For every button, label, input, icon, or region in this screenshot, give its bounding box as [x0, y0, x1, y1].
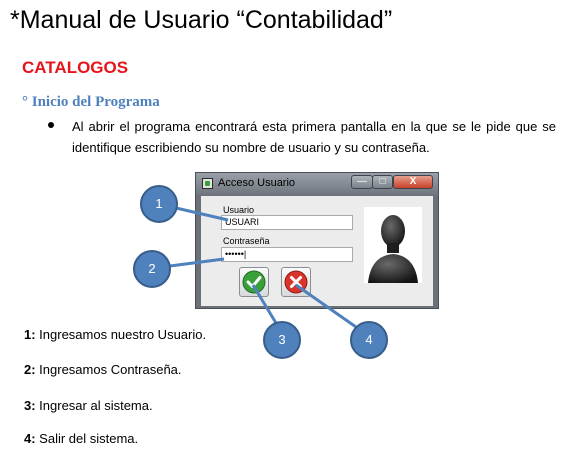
- step-3-text: Ingresar al sistema.: [35, 398, 153, 413]
- step-1: 1: Ingresamos nuestro Usuario.: [24, 327, 206, 342]
- step-1-number: 1:: [24, 327, 36, 342]
- callout-2: 2: [133, 250, 171, 288]
- step-4: 4: Salir del sistema.: [24, 431, 138, 446]
- callout-pointers: [169, 206, 357, 329]
- step-3-number: 3:: [24, 398, 36, 413]
- step-2: 2: Ingresamos Contraseña.: [24, 362, 182, 377]
- step-3: 3: Ingresar al sistema.: [24, 398, 153, 413]
- step-2-text: Ingresamos Contraseña.: [35, 362, 182, 377]
- callout-4: 4: [350, 321, 388, 359]
- callout-3-pointer: [251, 284, 278, 324]
- callout-1: 1: [140, 185, 178, 223]
- step-4-text: Salir del sistema.: [35, 431, 139, 446]
- callout-2-pointer: [169, 257, 225, 268]
- callout-3: 3: [263, 321, 301, 359]
- step-1-text: Ingresamos nuestro Usuario.: [35, 327, 207, 342]
- callout-1-pointer: [175, 206, 229, 222]
- callout-4-pointer: [295, 283, 357, 329]
- step-2-number: 2:: [24, 362, 36, 377]
- step-4-number: 4:: [24, 431, 36, 446]
